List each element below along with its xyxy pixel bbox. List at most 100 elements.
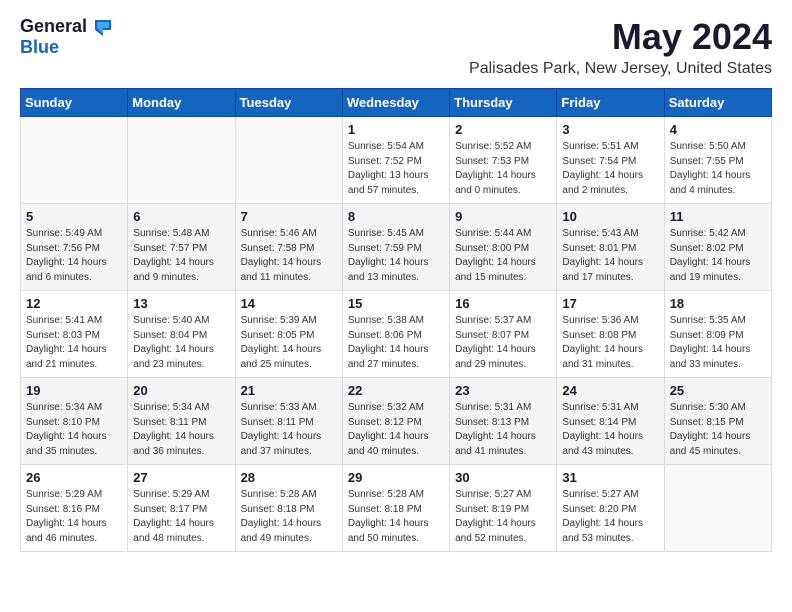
day-number: 3 (562, 122, 658, 137)
calendar-cell: 21 Sunrise: 5:33 AM Sunset: 8:11 PM Dayli… (235, 378, 342, 465)
day-number: 6 (133, 209, 229, 224)
day-info: Sunrise: 5:44 AM Sunset: 8:00 PM Dayligh… (455, 227, 551, 285)
day-info: Sunrise: 5:36 AM Sunset: 8:08 PM Dayligh… (562, 314, 658, 372)
calendar-cell: 24 Sunrise: 5:31 AM Sunset: 8:14 PM Dayli… (557, 378, 664, 465)
day-info: Sunrise: 5:27 AM Sunset: 8:20 PM Dayligh… (562, 488, 658, 546)
calendar-cell (664, 465, 771, 552)
day-info: Sunrise: 5:50 AM Sunset: 7:55 PM Dayligh… (670, 140, 766, 198)
day-info: Sunrise: 5:28 AM Sunset: 8:18 PM Dayligh… (241, 488, 337, 546)
day-info: Sunrise: 5:46 AM Sunset: 7:58 PM Dayligh… (241, 227, 337, 285)
calendar-table: SundayMondayTuesdayWednesdayThursdayFrid… (20, 88, 772, 552)
calendar-container: General Blue May 2024 Palisades Park, Ne… (0, 0, 792, 568)
month-year: May 2024 (469, 16, 772, 58)
calendar-cell: 15 Sunrise: 5:38 AM Sunset: 8:06 PM Dayli… (342, 291, 449, 378)
day-number: 31 (562, 470, 658, 485)
calendar-week-row: 1Sunrise: 5:54 AM Sunset: 7:52 PM Daylig… (21, 117, 772, 204)
calendar-week-row: 19 Sunrise: 5:34 AM Sunset: 8:10 PM Dayli… (21, 378, 772, 465)
calendar-cell: 3 Sunrise: 5:51 AM Sunset: 7:54 PM Daylig… (557, 117, 664, 204)
day-info: Sunrise: 5:34 AM Sunset: 8:10 PM Dayligh… (26, 401, 122, 459)
day-info: Sunrise: 5:45 AM Sunset: 7:59 PM Dayligh… (348, 227, 444, 285)
calendar-cell: 4 Sunrise: 5:50 AM Sunset: 7:55 PM Daylig… (664, 117, 771, 204)
day-number: 11 (670, 209, 766, 224)
day-info: Sunrise: 5:29 AM Sunset: 8:17 PM Dayligh… (133, 488, 229, 546)
weekday-header: Wednesday (342, 89, 449, 117)
day-info: Sunrise: 5:37 AM Sunset: 8:07 PM Dayligh… (455, 314, 551, 372)
weekday-header: Monday (128, 89, 235, 117)
calendar-cell: 17 Sunrise: 5:36 AM Sunset: 8:08 PM Dayli… (557, 291, 664, 378)
day-number: 7 (241, 209, 337, 224)
title-block: May 2024 Palisades Park, New Jersey, Uni… (469, 16, 772, 78)
day-info: Sunrise: 5:52 AM Sunset: 7:53 PM Dayligh… (455, 140, 551, 198)
calendar-cell: 6Sunrise: 5:48 AM Sunset: 7:57 PM Daylig… (128, 204, 235, 291)
calendar-cell: 18Sunrise: 5:35 AM Sunset: 8:09 PM Dayli… (664, 291, 771, 378)
calendar-week-row: 12Sunrise: 5:41 AM Sunset: 8:03 PM Dayli… (21, 291, 772, 378)
calendar-cell: 29 Sunrise: 5:28 AM Sunset: 8:18 PM Dayli… (342, 465, 449, 552)
calendar-cell: 28 Sunrise: 5:28 AM Sunset: 8:18 PM Dayli… (235, 465, 342, 552)
calendar-cell: 13Sunrise: 5:40 AM Sunset: 8:04 PM Dayli… (128, 291, 235, 378)
day-number: 16 (455, 296, 551, 311)
day-info: Sunrise: 5:31 AM Sunset: 8:13 PM Dayligh… (455, 401, 551, 459)
logo-icon (89, 18, 111, 36)
day-number: 5 (26, 209, 122, 224)
logo: General Blue (20, 16, 111, 58)
day-info: Sunrise: 5:38 AM Sunset: 8:06 PM Dayligh… (348, 314, 444, 372)
day-number: 28 (241, 470, 337, 485)
day-info: Sunrise: 5:43 AM Sunset: 8:01 PM Dayligh… (562, 227, 658, 285)
day-number: 26 (26, 470, 122, 485)
day-info: Sunrise: 5:27 AM Sunset: 8:19 PM Dayligh… (455, 488, 551, 546)
calendar-cell: 2 Sunrise: 5:52 AM Sunset: 7:53 PM Daylig… (450, 117, 557, 204)
day-info: Sunrise: 5:42 AM Sunset: 8:02 PM Dayligh… (670, 227, 766, 285)
day-info: Sunrise: 5:28 AM Sunset: 8:18 PM Dayligh… (348, 488, 444, 546)
calendar-week-row: 26 Sunrise: 5:29 AM Sunset: 8:16 PM Dayli… (21, 465, 772, 552)
weekday-header: Saturday (664, 89, 771, 117)
header: General Blue May 2024 Palisades Park, Ne… (20, 16, 772, 78)
day-number: 22 (348, 383, 444, 398)
calendar-cell: 5 Sunrise: 5:49 AM Sunset: 7:56 PM Daylig… (21, 204, 128, 291)
logo-text: General (20, 16, 111, 37)
day-info: Sunrise: 5:34 AM Sunset: 8:11 PM Dayligh… (133, 401, 229, 459)
day-number: 27 (133, 470, 229, 485)
day-info: Sunrise: 5:49 AM Sunset: 7:56 PM Dayligh… (26, 227, 122, 285)
calendar-cell: 27 Sunrise: 5:29 AM Sunset: 8:17 PM Dayli… (128, 465, 235, 552)
calendar-cell: 23Sunrise: 5:31 AM Sunset: 8:13 PM Dayli… (450, 378, 557, 465)
day-number: 13 (133, 296, 229, 311)
day-number: 1 (348, 122, 444, 137)
calendar-header: SundayMondayTuesdayWednesdayThursdayFrid… (21, 89, 772, 117)
calendar-cell: 16 Sunrise: 5:37 AM Sunset: 8:07 PM Dayli… (450, 291, 557, 378)
calendar-body: 1Sunrise: 5:54 AM Sunset: 7:52 PM Daylig… (21, 117, 772, 552)
calendar-cell (128, 117, 235, 204)
day-number: 2 (455, 122, 551, 137)
day-info: Sunrise: 5:51 AM Sunset: 7:54 PM Dayligh… (562, 140, 658, 198)
day-number: 10 (562, 209, 658, 224)
day-number: 14 (241, 296, 337, 311)
calendar-cell: 22 Sunrise: 5:32 AM Sunset: 8:12 PM Dayli… (342, 378, 449, 465)
calendar-cell: 14Sunrise: 5:39 AM Sunset: 8:05 PM Dayli… (235, 291, 342, 378)
day-info: Sunrise: 5:31 AM Sunset: 8:14 PM Dayligh… (562, 401, 658, 459)
weekday-header: Sunday (21, 89, 128, 117)
calendar-cell: 8Sunrise: 5:45 AM Sunset: 7:59 PM Daylig… (342, 204, 449, 291)
day-number: 19 (26, 383, 122, 398)
day-number: 15 (348, 296, 444, 311)
day-number: 29 (348, 470, 444, 485)
day-number: 9 (455, 209, 551, 224)
calendar-cell (235, 117, 342, 204)
day-info: Sunrise: 5:32 AM Sunset: 8:12 PM Dayligh… (348, 401, 444, 459)
logo-blue-text: Blue (20, 37, 59, 58)
day-number: 24 (562, 383, 658, 398)
calendar-cell: 7 Sunrise: 5:46 AM Sunset: 7:58 PM Daylig… (235, 204, 342, 291)
calendar-cell: 1Sunrise: 5:54 AM Sunset: 7:52 PM Daylig… (342, 117, 449, 204)
day-number: 4 (670, 122, 766, 137)
day-number: 25 (670, 383, 766, 398)
day-info: Sunrise: 5:33 AM Sunset: 8:11 PM Dayligh… (241, 401, 337, 459)
logo-general: General (20, 16, 87, 37)
day-info: Sunrise: 5:30 AM Sunset: 8:15 PM Dayligh… (670, 401, 766, 459)
day-info: Sunrise: 5:29 AM Sunset: 8:16 PM Dayligh… (26, 488, 122, 546)
day-number: 20 (133, 383, 229, 398)
day-number: 21 (241, 383, 337, 398)
day-info: Sunrise: 5:35 AM Sunset: 8:09 PM Dayligh… (670, 314, 766, 372)
day-number: 17 (562, 296, 658, 311)
calendar-cell: 9 Sunrise: 5:44 AM Sunset: 8:00 PM Daylig… (450, 204, 557, 291)
weekday-header: Tuesday (235, 89, 342, 117)
calendar-cell: 25 Sunrise: 5:30 AM Sunset: 8:15 PM Dayli… (664, 378, 771, 465)
logo-blue: Blue (20, 37, 59, 57)
